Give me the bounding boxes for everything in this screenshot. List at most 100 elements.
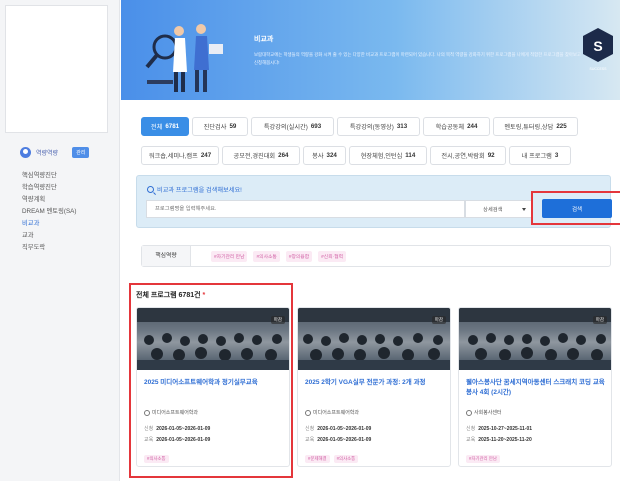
tab-exhibition[interactable]: 전시,공연,박람회 92 (430, 146, 506, 165)
tab-label: 봉사 (312, 153, 324, 160)
card-org: 사회봉사센터 (466, 409, 502, 416)
tab-count: 92 (487, 152, 495, 159)
sidebar-item-plan[interactable]: 역량계획 (22, 194, 76, 206)
apply-label: 신청 (305, 426, 315, 432)
organization-icon (305, 409, 311, 416)
tab-count: 225 (556, 123, 567, 130)
hashtag-chip[interactable]: #의사소통 (253, 251, 280, 262)
tab-count: 693 (310, 123, 322, 130)
status-badge: 마감 (431, 316, 446, 324)
organization-icon (144, 409, 150, 416)
tab-count: 247 (200, 152, 212, 159)
category-tabs: 전체 6781 진단검사 59 특강강의(실시간) 693 특강강의(동영상) 313 … (141, 117, 611, 175)
tab-label: 현장체험,인턴십 (360, 153, 403, 160)
sidebar-item-dream-mentoring[interactable]: DREAM 멘토링(SA) (22, 206, 76, 218)
banner-title: 비교과 (254, 36, 274, 43)
search-icon (147, 186, 154, 193)
detail-search-select[interactable]: 상세검색 (465, 200, 533, 218)
tab-label: 멘토링,튜터링,상담 (504, 124, 554, 131)
search-heading: 비교과 프로그램을 검색해보세요! (147, 185, 242, 194)
svg-text:S: S (593, 38, 602, 54)
status-badge: 마감 (270, 316, 285, 324)
card-tags: #자기관리 만남 (466, 455, 504, 463)
side-menu: 핵심역량진단 학습역량진단 역량계획 DREAM 멘토링(SA) 비교과 교과 … (22, 170, 76, 254)
edu-label: 교육 (144, 437, 154, 443)
tab-count: 114 (405, 152, 416, 159)
card-tag: #문제해결 (305, 455, 330, 463)
card-title[interactable]: 2025 2학기 VGA실무 전문가 과정: 2개 과정 (305, 378, 445, 388)
apply-value: 2026-01-05~2026-01-09 (156, 426, 211, 432)
tab-count: 244 (467, 123, 478, 130)
tab-contest[interactable]: 공모전,경진대회 264 (222, 146, 300, 165)
search-heading-text: 비교과 프로그램을 검색해보세요! (157, 187, 242, 194)
tab-count: 6781 (165, 123, 180, 130)
tab-my-programs[interactable]: 내 프로그램 3 (509, 146, 571, 165)
tab-label: 워크숍,세미나,캠프 (148, 153, 198, 160)
card-title[interactable]: 웰아스봉사단 꿈세지역아동센터 스크래치 코딩 교육봉사 4회 (2시간) (466, 378, 606, 398)
tab-row-1: 전체 6781 진단검사 59 특강강의(실시간) 693 특강강의(동영상) 313 … (141, 117, 611, 136)
sidebar-item-career[interactable]: 직무도락 (22, 242, 76, 254)
hexagon-logo-icon: S (583, 28, 613, 62)
program-card[interactable]: 마감 2025 2학기 VGA실무 전문가 과정: 2개 과정 미디어소프트웨어… (297, 307, 451, 467)
tab-count: 324 (326, 152, 337, 159)
tab-count: 59 (229, 123, 237, 130)
apply-value: 2026-01-05~2026-01-09 (317, 426, 372, 432)
edu-period: 교육 2025-11-20~2025-11-20 (466, 436, 532, 443)
competency-label: 핵심역량 (142, 246, 191, 266)
edu-value: 2026-01-05~2026-01-09 (317, 437, 372, 443)
tab-all[interactable]: 전체 6781 (141, 117, 189, 136)
hashtag-chip[interactable]: #창의융합 (285, 251, 313, 262)
tab-label: 특강강의(동영상) (349, 124, 394, 131)
tab-label: 특강강의(실시간) (263, 124, 308, 131)
card-org: 미디어소프트웨어학과 (305, 409, 359, 416)
apply-value: 2025-10-27~2025-11-01 (478, 426, 532, 432)
tab-label: 학습공동체 (435, 124, 465, 131)
card-tag: #의사소통 (144, 455, 169, 463)
chevron-down-icon (522, 208, 526, 211)
card-title[interactable]: 2025 미디어소프트웨어학과 정기실무교육 (144, 378, 284, 388)
apply-period: 신청 2026-01-05~2026-01-09 (144, 425, 210, 432)
sidebar: 역량역량 관리 핵심역량진단 학습역량진단 역량계획 DREAM 멘토링(SA)… (0, 0, 120, 481)
tab-count: 313 (396, 123, 408, 130)
tab-internship[interactable]: 현장체험,인턴십 114 (349, 146, 427, 165)
apply-period: 신청 2026-01-05~2026-01-09 (305, 425, 371, 432)
user-row[interactable]: 역량역량 관리 (20, 145, 110, 159)
success-logo: S SUCCESS (582, 27, 614, 71)
hashtag-chip[interactable]: #신뢰·협력 (318, 251, 347, 262)
tab-mentoring[interactable]: 멘토링,튜터링,상담 225 (493, 117, 578, 136)
sidebar-item-extracurricular[interactable]: 비교과 (22, 218, 76, 230)
tab-volunteer[interactable]: 봉사 324 (303, 146, 346, 165)
select-value: 상세검색 (483, 207, 503, 213)
edu-value: 2026-01-05~2026-01-09 (156, 437, 211, 443)
org-name: 미디어소프트웨어학과 (313, 410, 360, 416)
apply-period: 신청 2025-10-27~2025-11-01 (466, 425, 532, 432)
tab-workshop[interactable]: 워크숍,세미나,캠프 247 (141, 146, 219, 165)
edu-label: 교육 (305, 437, 315, 443)
main-content: 비교과 보람대학교에는 학생들의 역량을 강화 시켜 줄 수 있는 다양한 비교… (121, 0, 620, 481)
sidebar-item-curricular[interactable]: 교과 (22, 230, 76, 242)
user-name: 역량역량 (36, 150, 59, 157)
search-button[interactable]: 검색 (542, 199, 612, 218)
sidebar-item-core-diagnosis[interactable]: 핵심역량진단 (22, 170, 76, 182)
search-input[interactable] (146, 200, 465, 218)
tab-count: 3 (554, 152, 559, 159)
competency-filter: 핵심역량 #자기관리 만남 #의사소통 #창의융합 #신뢰·협력 (141, 245, 611, 267)
tab-diagnosis[interactable]: 진단검사 59 (192, 117, 248, 136)
program-card[interactable]: 마감 웰아스봉사단 꿈세지역아동센터 스크래치 코딩 교육봉사 4회 (2시간)… (458, 307, 612, 467)
program-thumbnail: 마감 (459, 308, 611, 370)
program-card[interactable]: 마감 2025 미디어소프트웨어학과 정기실무교육 미디어소프트웨어학과 신청 2… (136, 307, 290, 467)
tab-learning-community[interactable]: 학습공동체 244 (423, 117, 490, 136)
hashtag-chip[interactable]: #자기관리 만남 (211, 251, 248, 262)
tab-label: 전체 (150, 124, 163, 131)
profile-box (5, 5, 108, 133)
org-name: 사회봉사센터 (474, 410, 502, 416)
tab-label: 진단검사 (203, 124, 227, 131)
tab-video-lecture[interactable]: 특강강의(동영상) 313 (337, 117, 420, 136)
search-panel: 비교과 프로그램을 검색해보세요! 상세검색 검색 (136, 175, 620, 228)
status-badge: 마감 (592, 316, 607, 324)
edu-period: 교육 2026-01-05~2026-01-09 (144, 436, 210, 443)
banner-illustration (145, 24, 223, 92)
tab-live-lecture[interactable]: 특강강의(실시간) 693 (251, 117, 334, 136)
card-tags: #문제해결 #의사소통 (305, 455, 362, 463)
sidebar-item-learning-diagnosis[interactable]: 학습역량진단 (22, 182, 76, 194)
